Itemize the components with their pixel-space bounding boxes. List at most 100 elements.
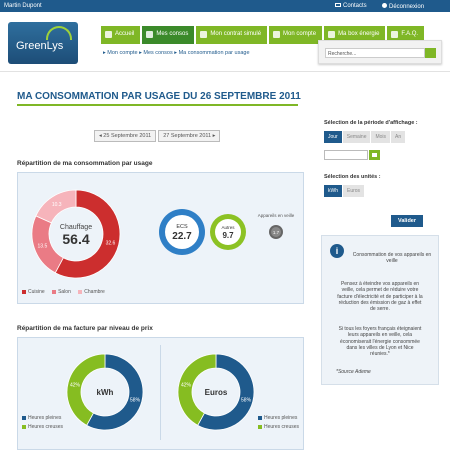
contacts-link[interactable]: Contacts (335, 3, 367, 9)
validate-button[interactable]: Valider (391, 215, 423, 227)
slice-value-label: 32.6 (106, 241, 116, 247)
euros-legend: Heures pleines Heures creuses (258, 414, 299, 432)
slice-value-label: 10.3 (52, 202, 62, 208)
units-selector: kWh Euros (324, 185, 365, 197)
ecs-label: ECS (176, 224, 188, 230)
slice-value-label: 58% (241, 398, 252, 404)
slice-value-label: 58% (130, 398, 141, 404)
breadcrumb: ▸ Mon compte ▸ Mes consos ▸ Ma consommat… (103, 50, 250, 56)
nav-mon-compte[interactable]: Mon compte (269, 26, 323, 44)
logout-link[interactable]: Déconnexion (382, 3, 424, 10)
legend-swatch (22, 424, 26, 429)
legend-swatch (22, 289, 26, 294)
veille-label: Appareils en veille (258, 213, 295, 218)
next-day-label: 27 Septembre 2011 (163, 133, 212, 139)
chauffage-label: Chauffage (60, 224, 92, 231)
power-icon (382, 3, 387, 8)
search-input[interactable]: Recherche... (325, 48, 425, 58)
legend-label: Chambre (84, 289, 105, 295)
legend-swatch (258, 424, 262, 429)
slice-value-label: 13.5 (38, 243, 48, 249)
legend-swatch (258, 415, 262, 420)
legend-label: Heures pleines (264, 415, 298, 421)
kwh-label: kWh (97, 388, 114, 397)
nav-label: F.A.Q. (401, 31, 419, 37)
unit-kwh[interactable]: kWh (324, 185, 342, 197)
usage-charts: Chauffage 56.4 32.6 13.5 10.3 ECS 22.7 Aut… (31, 189, 295, 279)
prev-day-button[interactable]: ◂ 25 Septembre 2011 (94, 130, 157, 142)
contacts-label: Contacts (343, 3, 367, 9)
slice-value-label: 42% (70, 382, 81, 388)
period-mois[interactable]: Mois (371, 131, 391, 143)
document-icon (200, 31, 208, 38)
search-button[interactable] (425, 48, 436, 58)
info-icon: i (330, 244, 344, 258)
page-title: MA CONSOMMATION PAR USAGE DU 26 SEPTEMBR… (17, 91, 301, 102)
unit-euros[interactable]: Euros (343, 185, 365, 197)
usage-heading: Répartition de ma consommation par usage (17, 160, 153, 167)
units-label: Sélection des unités : (324, 174, 381, 180)
legend-swatch (22, 415, 26, 420)
breadcrumb-mes-consos[interactable]: Mes consos (143, 50, 172, 56)
home-icon (105, 31, 112, 38)
facture-charts: kWh 58% 42% Euros 58% 42% (66, 353, 255, 431)
box-icon (328, 31, 336, 38)
legend-label: Cuisine (28, 289, 45, 295)
greenlys-logo[interactable]: GreenLys (8, 22, 78, 64)
chauffage-value: 56.4 (62, 231, 89, 247)
next-day-button[interactable]: 27 Septembre 2011 ▸ (158, 130, 221, 142)
user-name: Martin Dupont (4, 3, 42, 9)
legend-swatch (52, 289, 57, 294)
page-title-date: DU 26 SEPTEMBRE 2011 (182, 91, 301, 102)
nav-label: Mon compte (283, 31, 317, 37)
leaf-icon (46, 26, 72, 40)
legend-label: Heures pleines (28, 415, 62, 421)
logout-label: Déconnexion (389, 4, 425, 10)
legend-label: Heures creuses (28, 424, 64, 430)
autres-label: Autres (221, 225, 235, 230)
period-semaine[interactable]: Semaine (342, 131, 371, 143)
title-rule (17, 104, 298, 106)
usage-legend: Cuisine Salon Chambre (16, 289, 105, 295)
info-title: Consommation de vos appareils en veille (352, 252, 432, 265)
facture-heading: Répartition de ma facture par niveau de … (17, 325, 153, 332)
nav-label: Mon contrat simulé (210, 31, 262, 37)
logo-text: GreenLys (16, 40, 64, 52)
info-source: *Source Ademe (336, 369, 371, 375)
nav-label: Ma box énergie (338, 31, 380, 37)
info-paragraph-2: Si tous les foyers français éteignaient … (338, 326, 422, 358)
period-selector: Jour Semaine Mois An (324, 131, 406, 143)
nav-label: Accueil (115, 31, 135, 37)
info-paragraph-1: Pensez à éteindre vos appareils en veill… (337, 281, 423, 313)
legend-swatch (78, 289, 83, 294)
top-bar: Martin Dupont Contacts Déconnexion (0, 0, 450, 12)
legend-label: Salon (58, 289, 71, 295)
prev-day-label: 25 Septembre 2011 (103, 133, 152, 139)
question-icon (391, 31, 399, 38)
euros-label: Euros (205, 388, 228, 397)
page-title-text: MA CONSOMMATION PAR USAGE (17, 91, 181, 102)
bar-chart-icon (146, 31, 154, 38)
nav-label: Mes consos (156, 31, 189, 37)
veille-value: 1.7 (273, 230, 280, 235)
nav-accueil[interactable]: Accueil (101, 26, 141, 44)
info-box: i Consommation de vos appareils en veill… (321, 235, 439, 385)
date-navigator: ◂ 25 Septembre 2011 27 Septembre 2011 ▸ (94, 130, 222, 142)
user-icon (273, 31, 281, 38)
autres-value: 9.7 (222, 231, 234, 240)
period-label: Sélection de la période d'affichage : (324, 120, 418, 126)
legend-label: Heures creuses (264, 424, 300, 430)
calendar-icon (372, 153, 377, 157)
nav-mes-consos[interactable]: Mes consos (142, 26, 195, 44)
search-box: Recherche... (318, 40, 442, 64)
calendar-button[interactable] (369, 150, 380, 160)
breadcrumb-mon-compte[interactable]: Mon compte (107, 50, 137, 56)
period-an[interactable]: An (391, 131, 406, 143)
slice-value-label: 42% (181, 382, 192, 388)
kwh-legend: Heures pleines Heures creuses (22, 414, 63, 432)
date-input[interactable] (324, 150, 368, 160)
ecs-value: 22.7 (172, 231, 192, 242)
period-jour[interactable]: Jour (324, 131, 342, 143)
nav-mon-contrat[interactable]: Mon contrat simulé (196, 26, 268, 44)
breadcrumb-current: Ma consommation par usage (178, 50, 250, 56)
